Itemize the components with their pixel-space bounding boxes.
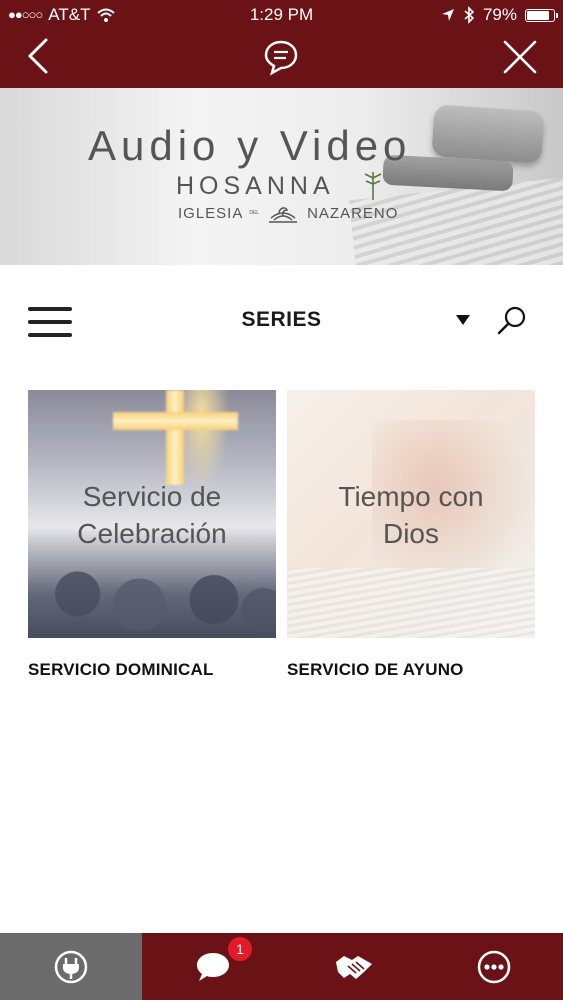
banner-sub-left: IGLESIA xyxy=(178,204,244,222)
tab-messages[interactable]: 1 xyxy=(142,933,283,1000)
thumbnail-line-2: Dios xyxy=(382,518,439,549)
thumbnail-line-1: Servicio de xyxy=(82,481,222,512)
series-thumbnail[interactable]: Servicio de Celebración xyxy=(28,390,276,638)
search-icon[interactable] xyxy=(496,305,528,337)
top-bar: ●●○○○ AT&T 1:29 PM 79% xyxy=(0,0,563,88)
location-arrow-icon xyxy=(441,9,454,21)
series-label[interactable]: SERVICIO DE AYUNO xyxy=(287,660,535,680)
header-banner: Audio y Video HOSANNA IGLESIA DEL NAZARE… xyxy=(0,88,563,265)
cross-graphic xyxy=(166,390,184,485)
page-title: SERIES xyxy=(241,308,322,331)
banner-sub-small: DEL xyxy=(249,210,260,216)
series-card[interactable]: Tiempo con Dios SERVICIO DE AYUNO xyxy=(287,390,535,680)
series-label[interactable]: SERVICIO DOMINICAL xyxy=(28,660,276,680)
phone-graphic xyxy=(431,104,545,164)
bluetooth-icon xyxy=(464,6,475,24)
close-icon[interactable] xyxy=(501,38,539,76)
church-emblem-icon xyxy=(269,207,298,223)
banner-sub-right: NAZARENO xyxy=(307,204,399,222)
banner-brand: HOSANNA xyxy=(176,172,335,200)
chevron-left-icon[interactable] xyxy=(22,36,58,76)
status-bar: ●●○○○ AT&T 1:29 PM 79% xyxy=(0,0,563,30)
tab-more[interactable] xyxy=(424,933,563,1000)
caret-down-icon[interactable] xyxy=(455,314,471,326)
series-thumbnail[interactable]: Tiempo con Dios xyxy=(287,390,535,638)
notification-badge: 1 xyxy=(228,937,252,961)
cross-graphic-bar xyxy=(113,412,238,430)
thumbnail-text: Tiempo con Dios xyxy=(287,478,535,552)
thumbnail-line-1: Tiempo con xyxy=(338,481,484,512)
tab-giving[interactable] xyxy=(283,933,424,1000)
plug-icon xyxy=(54,950,88,983)
chat-bubble-icon[interactable] xyxy=(262,38,300,76)
battery-percent: 79% xyxy=(482,5,517,24)
banner-subtitle: IGLESIA DEL NAZARENO xyxy=(178,202,398,224)
more-icon xyxy=(477,950,510,983)
banner-title: Audio y Video xyxy=(88,122,412,169)
tab-connect[interactable] xyxy=(0,933,142,1000)
battery-icon xyxy=(525,8,558,22)
book-graphic xyxy=(287,568,535,638)
palm-leaf-icon xyxy=(364,172,382,200)
series-card[interactable]: Servicio de Celebración SERVICIO DOMINIC… xyxy=(28,390,276,680)
bottom-tab-bar: 1 xyxy=(0,933,563,1000)
thumbnail-text: Servicio de Celebración xyxy=(28,478,276,552)
thumbnail-line-2: Celebración xyxy=(77,518,227,549)
chat-icon xyxy=(196,952,229,981)
series-toolbar: SERIES xyxy=(0,265,563,375)
handshake-icon xyxy=(335,955,372,979)
